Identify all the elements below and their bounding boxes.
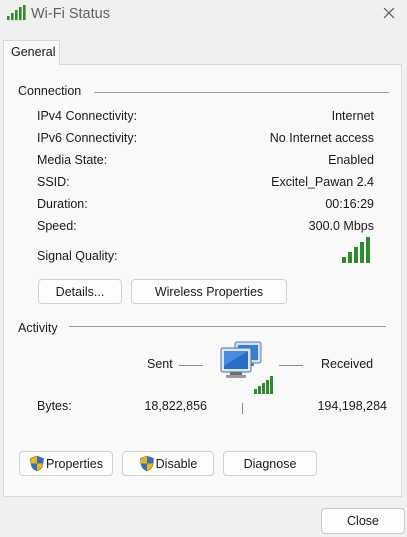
details-button[interactable]: Details... bbox=[38, 279, 122, 304]
bytes-sent-value: 18,822,856 bbox=[144, 399, 207, 413]
signal-bar bbox=[360, 242, 364, 263]
received-line bbox=[279, 365, 303, 366]
wifi-signal-icon bbox=[6, 5, 26, 24]
received-label: Received bbox=[321, 357, 374, 371]
window-title: Wi-Fi Status bbox=[31, 6, 110, 22]
bytes-received-value: 194,198,284 bbox=[317, 399, 387, 413]
connection-divider bbox=[94, 92, 389, 93]
signal-bar bbox=[348, 252, 352, 263]
sent-line bbox=[179, 365, 203, 366]
duration-label: Duration: bbox=[37, 197, 88, 211]
speed-label: Speed: bbox=[37, 219, 77, 233]
disable-button-label: Disable bbox=[155, 456, 198, 471]
ipv6-label: IPv6 Connectivity: bbox=[37, 131, 138, 145]
close-icon[interactable] bbox=[380, 4, 398, 22]
properties-button[interactable]: Properties bbox=[19, 451, 113, 476]
sent-label: Sent bbox=[147, 357, 173, 371]
activity-group-title: Activity bbox=[18, 321, 58, 335]
media-state-label: Media State: bbox=[37, 153, 108, 167]
bytes-divider bbox=[242, 403, 243, 414]
properties-button-label: Properties bbox=[46, 456, 103, 471]
bytes-label: Bytes: bbox=[37, 399, 72, 413]
signal-bar bbox=[354, 247, 358, 263]
signal-bar bbox=[366, 237, 370, 263]
activity-divider bbox=[69, 326, 386, 327]
title-bar: Wi-Fi Status bbox=[0, 0, 407, 30]
signal-quality-label: Signal Quality: bbox=[37, 249, 118, 263]
ssid-label: SSID: bbox=[37, 175, 70, 189]
ipv6-value: No Internet access bbox=[269, 131, 374, 145]
ipv4-label: IPv4 Connectivity: bbox=[37, 109, 138, 123]
speed-value: 300.0 Mbps bbox=[308, 219, 374, 233]
connection-group-title: Connection bbox=[18, 84, 82, 98]
ipv4-value: Internet bbox=[331, 109, 374, 123]
duration-value: 00:16:29 bbox=[325, 197, 374, 211]
network-computers-icon bbox=[215, 338, 279, 399]
disable-button[interactable]: Disable bbox=[122, 451, 214, 476]
diagnose-button[interactable]: Diagnose bbox=[223, 451, 317, 476]
signal-quality-bars bbox=[342, 237, 370, 263]
uac-shield-icon bbox=[139, 455, 155, 472]
wireless-properties-button[interactable]: Wireless Properties bbox=[131, 279, 287, 304]
signal-bar bbox=[342, 257, 346, 263]
ssid-value: Excitel_Pawan 2.4 bbox=[271, 175, 374, 189]
close-button[interactable]: Close bbox=[321, 508, 405, 534]
media-state-value: Enabled bbox=[328, 153, 374, 167]
tab-general[interactable]: General bbox=[3, 40, 60, 65]
general-panel: Connection IPv4 Connectivity: Internet I… bbox=[3, 64, 402, 497]
uac-shield-icon bbox=[29, 455, 45, 472]
tab-general-label: General bbox=[11, 45, 56, 59]
